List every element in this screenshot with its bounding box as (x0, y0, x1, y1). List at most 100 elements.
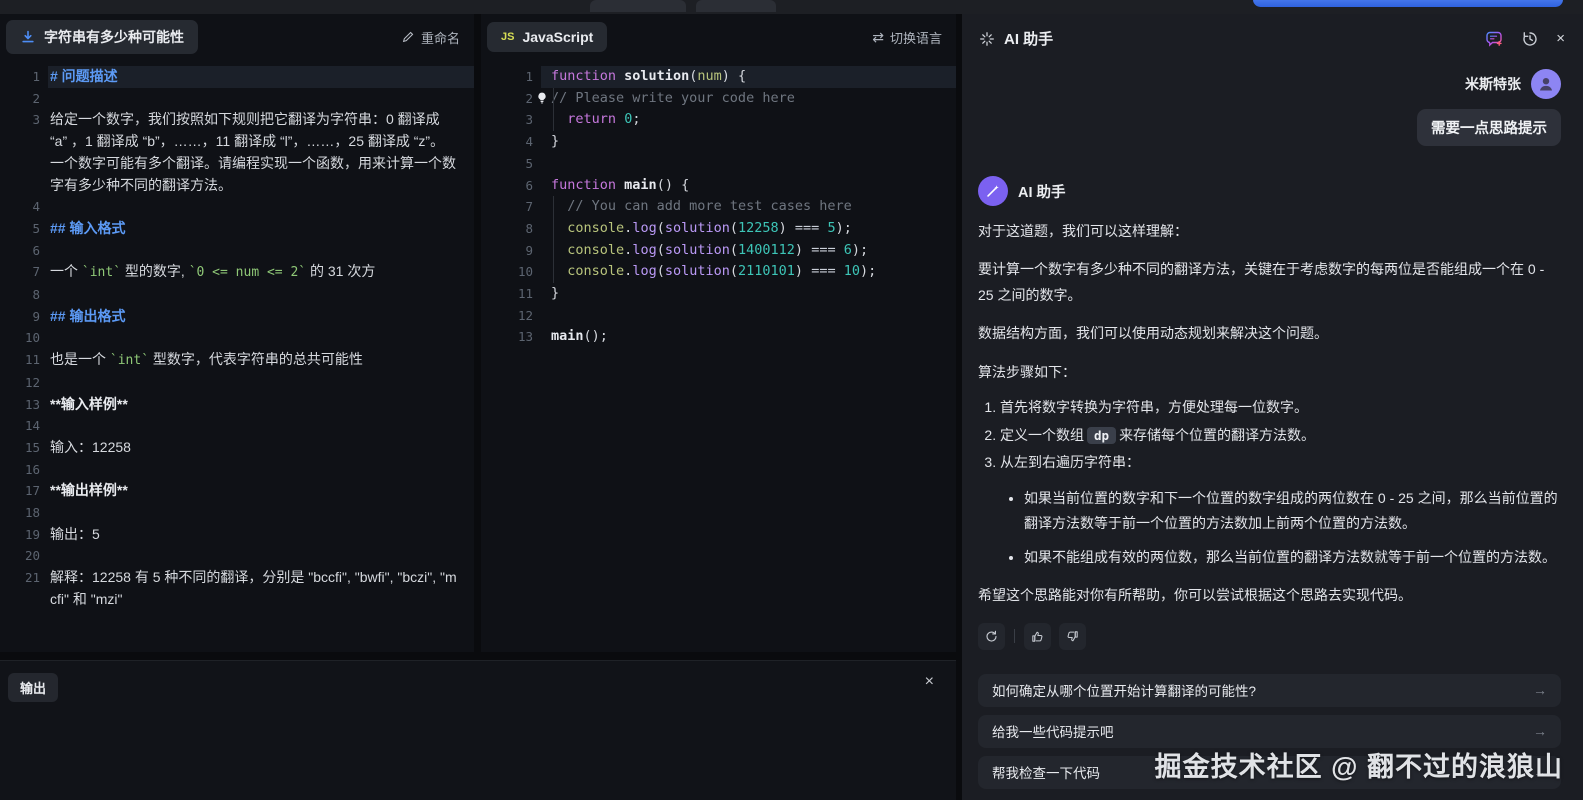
new-chat-icon[interactable] (1484, 29, 1504, 49)
code-line-content: } (551, 133, 560, 150)
line-number: 8 (32, 287, 40, 303)
watermark-text: 掘金技术社区 @ 翻不过的浪狼山 (1154, 752, 1563, 782)
line-number: 18 (24, 505, 40, 521)
line-number: 1 (32, 69, 40, 84)
code-line[interactable]: 4} (481, 131, 956, 153)
code-line[interactable]: 13 main(); (481, 326, 956, 348)
editor-header: JS JavaScript ⇄ 切换语言 (481, 14, 956, 60)
suggestion-chip[interactable]: 给我一些代码提示吧 → (978, 714, 1561, 748)
user-message-header: 米斯特张 (978, 69, 1561, 99)
line-number: 14 (24, 418, 40, 434)
markdown-line[interactable]: 19 输出：5 (0, 524, 474, 546)
markdown-line[interactable]: 5 ## 输入格式 (0, 218, 474, 240)
line-number: 3 (525, 112, 533, 128)
language-tab[interactable]: JS JavaScript (487, 22, 608, 52)
switch-arrows-icon: ⇄ (872, 28, 884, 45)
ai-paragraph: 算法步骤如下： (978, 363, 1076, 380)
suggestion-chip[interactable]: 如何确定从哪个位置开始计算翻译的可能性? → (978, 673, 1561, 707)
line-number: 8 (525, 220, 533, 236)
suggestion-label: 帮我检查一下代码 (992, 766, 1100, 782)
user-name: 米斯特张 (1465, 76, 1521, 92)
history-icon[interactable] (1520, 29, 1540, 49)
user-avatar[interactable] (1531, 69, 1561, 99)
output-tab[interactable]: 输出 (8, 673, 59, 702)
markdown-line[interactable]: 16 (0, 459, 474, 481)
problem-markdown-editor[interactable]: 1 # 问题描述 2 3 给定一个数字，我们按照如下规则把它翻译为字符串：0 翻译成 … (0, 60, 474, 611)
regenerate-button[interactable] (978, 622, 1005, 650)
ai-bullet: 如果当前位置的数字和下一个位置的数字组成的两位数在 0 - 25 之间，那么当前… (1024, 486, 1561, 537)
markdown-line[interactable]: 7 一个 `int` 型的数字, `0 <= num <= 2` 的 31 次方 (0, 261, 474, 284)
markdown-line[interactable]: 11 也是一个 `int` 型数字，代表字符串的总共可能性 (0, 349, 474, 372)
markdown-line[interactable]: 3 给定一个数字，我们按照如下规则把它翻译为字符串：0 翻译成 “a” ，1 翻译… (0, 109, 474, 196)
thumbs-up-button[interactable] (1024, 622, 1051, 650)
top-window-strip (0, 0, 1583, 14)
code-line[interactable]: 6 function main() { (481, 175, 956, 197)
ai-message-header: AI 助手 (978, 176, 1561, 206)
code-line-content: // Please write your code here (538, 87, 956, 110)
ai-paragraph: 要计算一个数字有多少种不同的翻译方法，关键在于考虑数字的每两位是否能组成一个在 … (978, 261, 1545, 303)
markdown-line[interactable]: 10 (0, 327, 474, 349)
markdown-line[interactable]: 1 # 问题描述 (0, 66, 474, 88)
markdown-line[interactable]: 6 (0, 240, 474, 262)
ai-steps-list: 首先将数字转换为字符串，方便处理每一位数字。 定义一个数组dp来存储每个位置的翻… (1000, 395, 1561, 475)
code-line-content: // You can add more test cases here (551, 196, 956, 218)
ai-close-icon[interactable]: × (1556, 29, 1565, 49)
rename-button[interactable]: 重命名 (401, 28, 460, 47)
code-line[interactable]: 8 console.log(solution(12258) === 5); (481, 217, 956, 240)
line-number: 9 (32, 308, 40, 324)
markdown-line[interactable]: 18 (0, 502, 474, 524)
code-editor[interactable]: 1 function solution(num) {2 // Please wri… (481, 60, 956, 348)
markdown-line[interactable]: 17 **输出样例** (0, 480, 474, 502)
thumbs-down-button[interactable] (1059, 622, 1086, 650)
code-line-content (551, 305, 956, 327)
code-line[interactable]: 11} (481, 283, 956, 305)
ai-paragraph: 对于这道题，我们可以这样理解： (978, 223, 1188, 239)
browser-toolbar-button[interactable] (1253, 0, 1563, 7)
code-line-content: } (551, 285, 560, 302)
code-line[interactable]: 7 // You can add more test cases here (481, 196, 956, 218)
markdown-line[interactable]: 13 **输入样例** (0, 394, 474, 416)
markdown-line[interactable]: 14 (0, 415, 474, 437)
output-close-icon[interactable]: × (925, 673, 934, 691)
markdown-line[interactable]: 8 (0, 284, 474, 306)
download-icon (20, 29, 36, 45)
markdown-line-content (50, 284, 474, 306)
markdown-line-content (50, 88, 474, 110)
line-number: 10 (24, 330, 40, 346)
markdown-line-content (50, 459, 474, 481)
code-line[interactable]: 2 // Please write your code here (481, 87, 956, 110)
inline-code-dp: dp (1087, 426, 1117, 444)
markdown-line[interactable]: 12 (0, 372, 474, 394)
markdown-line[interactable]: 4 (0, 196, 474, 218)
lightbulb-icon[interactable] (535, 91, 549, 105)
markdown-line-content: ## 输入格式 (50, 219, 126, 236)
markdown-line-content: **输入样例** (50, 395, 128, 412)
code-line[interactable]: 3 return 0; (481, 109, 956, 131)
browser-tab-stub[interactable] (696, 0, 776, 12)
ai-name: AI 助手 (1018, 184, 1066, 201)
line-number: 3 (32, 112, 40, 128)
code-line[interactable]: 1 function solution(num) { (481, 66, 956, 88)
ai-bullet: 如果不能组成有效的两位数，那么当前位置的翻译方法数就等于前一个位置的方法数。 (1024, 545, 1561, 570)
markdown-line-content: 给定一个数字，我们按照如下规则把它翻译为字符串：0 翻译成 “a” ，1 翻译成… (50, 111, 456, 193)
js-badge-icon: JS (501, 31, 515, 43)
code-line[interactable]: 9 console.log(solution(1400112) === 6); (481, 239, 956, 262)
browser-tab-stub[interactable] (590, 0, 686, 12)
switch-language-button[interactable]: ⇄ 切换语言 (872, 28, 942, 47)
line-number: 2 (32, 90, 40, 106)
ai-step: 从左到右遍历字符串： (1000, 450, 1561, 475)
problem-title-tab[interactable]: 字符串有多少种可能性 (6, 20, 198, 54)
code-line[interactable]: 10 console.log(solution(2110101) === 10)… (481, 261, 956, 283)
line-number: 11 (517, 286, 533, 302)
markdown-line[interactable]: 21 解释：12258 有 5 种不同的翻译，分别是 "bccfi", "bwfi… (0, 567, 474, 610)
code-line[interactable]: 5 (481, 153, 956, 175)
markdown-line[interactable]: 20 (0, 545, 474, 567)
ai-paragraph: 希望这个思路能对你有所帮助，你可以尝试根据这个思路去实现代码。 (978, 587, 1412, 604)
markdown-line[interactable]: 2 (0, 88, 474, 110)
code-line[interactable]: 12 (481, 305, 956, 327)
code-line-content (551, 153, 956, 175)
markdown-line[interactable]: 9 ## 输出格式 (0, 306, 474, 328)
code-line-content: console.log(solution(1400112) === 6); (551, 239, 956, 262)
markdown-line[interactable]: 15 输入：12258 (0, 437, 474, 459)
ai-panel-title: AI 助手 (1004, 31, 1054, 48)
